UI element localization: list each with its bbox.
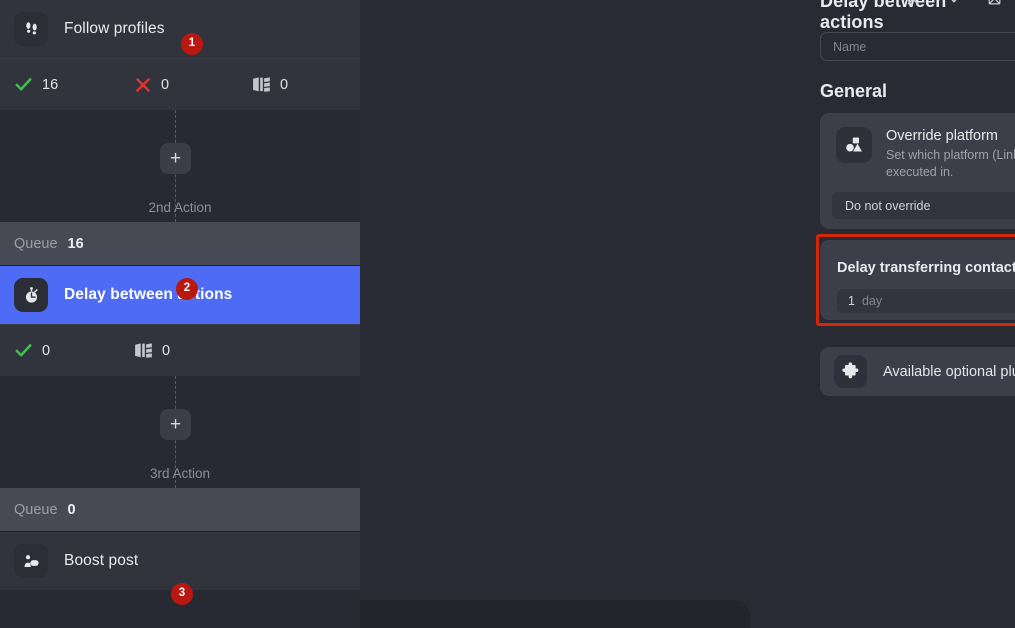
override-platform-description: Set which platform (LinkedIn, Sales Navi…	[886, 148, 1015, 179]
delay-input-group: 1 day 0 hour	[837, 289, 1015, 313]
stat-pending: 0	[134, 342, 252, 359]
override-platform-select-value: Do not override	[845, 198, 931, 213]
queue-row-2: Queue 0	[0, 488, 360, 531]
bottom-shade	[360, 600, 750, 628]
add-action-button-3[interactable]: +	[160, 409, 191, 440]
stat-success: 16	[14, 75, 134, 94]
stat-success-value: 16	[42, 76, 59, 93]
action-settings-panel: Delay between actions Name General Overr…	[360, 0, 1015, 628]
queue-row-1: Queue 16	[0, 222, 360, 265]
stat-failed-value: 0	[161, 76, 170, 93]
footprints-icon	[14, 12, 48, 46]
delay-settings-card: Delay transferring contacts to the next …	[820, 240, 1015, 320]
stat-pending-value: 0	[280, 76, 289, 93]
boost-post-icon	[14, 544, 48, 578]
sidebar-node-label: Delay between actions	[64, 286, 233, 303]
delay-days-unit: day	[861, 294, 883, 308]
optional-plugins-card[interactable]: Available optional plug-ins for general …	[820, 347, 1015, 396]
section-title-general: General	[820, 81, 888, 101]
check-icon	[14, 75, 33, 94]
delay-label: Delay transferring contacts to the next …	[837, 260, 1015, 276]
step-badge-3: 3	[171, 583, 193, 605]
delay-days-field[interactable]: 1 day	[837, 289, 1015, 313]
override-platform-header: Override platform Set which platform (Li…	[820, 113, 1015, 181]
bottom-overlay-strip	[360, 590, 1015, 628]
override-platform-text: Override platform Set which platform (Li…	[886, 127, 1015, 181]
sidebar-node-boost-post[interactable]: Boost post	[0, 532, 360, 590]
connector-label-3: 3rd Action	[149, 466, 211, 481]
stat-pending-value: 0	[162, 342, 171, 359]
close-icon[interactable]	[905, 0, 921, 7]
override-platform-title: Override platform	[886, 128, 999, 144]
panel-header-controls	[905, 0, 1003, 7]
node-stats-follow-profiles: 16 0 0	[0, 58, 360, 110]
queue-count: 16	[67, 235, 84, 252]
override-platform-select[interactable]: Do not override	[832, 192, 1015, 219]
stopwatch-icon	[14, 278, 48, 312]
queue-label: Queue	[14, 501, 58, 518]
sidebar-node-label: Boost post	[64, 552, 139, 569]
chevron-down-icon[interactable]	[946, 0, 962, 7]
step-badge-2: 2	[176, 278, 198, 300]
stat-success: 0	[14, 341, 134, 360]
sidebar-node-label: Follow profiles	[64, 20, 165, 37]
stat-failed: 0	[134, 76, 252, 94]
puzzle-piece-icon	[834, 355, 867, 388]
stat-success-value: 0	[42, 342, 51, 359]
node-stats-delay: 0 0	[0, 324, 360, 376]
workflow-sidebar: Follow profiles 1 16 0 0 + 2nd Action Qu…	[0, 0, 360, 628]
check-icon	[14, 341, 33, 360]
sidebar-node-follow-profiles[interactable]: Follow profiles	[0, 0, 360, 58]
shapes-icon	[836, 127, 872, 163]
optional-plugins-label: Available optional plug-ins for general …	[883, 363, 1015, 380]
cross-icon	[134, 76, 152, 94]
expand-icon[interactable]	[987, 0, 1003, 7]
stat-pending: 0	[252, 76, 288, 93]
app-root: Follow profiles 1 16 0 0 + 2nd Action Qu…	[0, 0, 1015, 628]
queue-count: 0	[67, 501, 76, 518]
connector-label-2: 2nd Action	[148, 200, 212, 215]
step-badge-1: 1	[181, 33, 203, 55]
override-platform-card: Override platform Set which platform (Li…	[820, 113, 1015, 229]
name-input[interactable]	[820, 32, 1015, 61]
add-action-button-2[interactable]: +	[160, 143, 191, 174]
connector-2nd-action: + 2nd Action	[0, 110, 360, 222]
connector-3rd-action: + 3rd Action	[0, 376, 360, 488]
pending-pages-icon	[134, 342, 153, 359]
pending-pages-icon	[252, 76, 271, 93]
delay-days-value: 1	[848, 294, 855, 308]
queue-label: Queue	[14, 235, 58, 252]
